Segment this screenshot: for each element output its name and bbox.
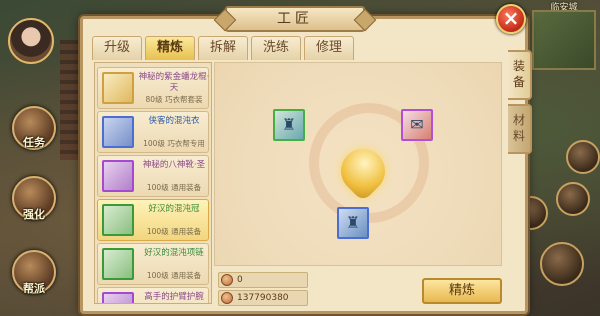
- guild-button-label: 帮派: [23, 282, 45, 295]
- side-tab-equipment[interactable]: 装备: [508, 50, 532, 100]
- helmet-icon: [102, 204, 134, 236]
- skill-button-1[interactable]: [566, 140, 600, 174]
- staff-icon: [102, 72, 134, 104]
- item-name: 神秘的八神靴·圣: [142, 160, 206, 170]
- quest-button-label: 任务: [23, 136, 45, 149]
- side-tab-materials[interactable]: 材料: [508, 104, 532, 154]
- list-item[interactable]: 高手的护臂护腕: [97, 287, 209, 303]
- refine-button[interactable]: 精炼: [422, 278, 502, 304]
- bracer-icon: [102, 292, 134, 303]
- attack-button[interactable]: [540, 242, 584, 286]
- close-icon: ×: [502, 6, 520, 30]
- list-item[interactable]: 神秘的八神靴·圣 100级 通用装备: [97, 155, 209, 197]
- tab-refine[interactable]: 精炼: [145, 36, 195, 60]
- item-subtitle: 100级 巧衣帮专用: [143, 139, 205, 148]
- player-avatar[interactable]: [8, 18, 54, 64]
- enhance-button-label: 强化: [23, 208, 45, 221]
- tab-upgrade[interactable]: 升级: [92, 36, 142, 60]
- helmet-icon: ♜: [281, 115, 297, 134]
- item-subtitle: 100级 通用装备: [146, 183, 202, 192]
- boots-icon: [102, 160, 134, 192]
- skill-button-2[interactable]: [556, 182, 590, 216]
- owned-value: 137790380: [237, 293, 289, 303]
- dialog-title: 工匠: [225, 6, 365, 32]
- item-name: 侠客的混沌衣: [148, 116, 200, 126]
- list-item[interactable]: 侠客的混沌衣 100级 巧衣帮专用: [97, 111, 209, 153]
- equipment-list[interactable]: 神秘的紫金蟠龙棍·天 80级 巧衣帮套装 侠客的混沌衣 100级 巧衣帮专用 神…: [94, 62, 212, 304]
- equipment-slot[interactable]: ♜: [273, 109, 305, 141]
- item-name: 好汉的混沌项链: [144, 248, 204, 258]
- list-item-selected[interactable]: 好汉的混沌冠 100级 通用装备: [97, 199, 209, 241]
- coin-icon: [221, 292, 233, 304]
- tab-repair[interactable]: 修理: [304, 36, 354, 60]
- owned-currency: 137790380: [218, 290, 308, 306]
- scroll-icon: ✉: [410, 115, 424, 134]
- minimap[interactable]: [532, 10, 596, 70]
- item-subtitle: 100级 通用装备: [146, 227, 202, 236]
- tab-dismantle[interactable]: 拆解: [198, 36, 248, 60]
- item-name: 好汉的混沌冠: [148, 204, 200, 214]
- coin-icon: [221, 274, 233, 286]
- refine-work-area: ♜ ✉ ♜: [214, 62, 502, 266]
- list-item[interactable]: 好汉的混沌项链 100级 通用装备: [97, 243, 209, 285]
- cost-value: 0: [237, 275, 243, 285]
- item-name: 神秘的紫金蟠龙棍·天: [138, 72, 210, 93]
- material-slot[interactable]: ✉: [401, 109, 433, 141]
- list-item[interactable]: 神秘的紫金蟠龙棍·天 80级 巧衣帮套装: [97, 67, 209, 109]
- close-button[interactable]: ×: [496, 4, 526, 34]
- tab-reforge[interactable]: 洗练: [251, 36, 301, 60]
- armor-icon: [102, 116, 134, 148]
- item-name: 高手的护臂护腕: [144, 292, 204, 302]
- helmet-icon: ♜: [345, 213, 361, 232]
- necklace-icon: [102, 248, 134, 280]
- item-subtitle: 100级 通用装备: [146, 271, 202, 280]
- refine-cost: 0: [218, 272, 308, 288]
- result-slot[interactable]: ♜: [337, 207, 369, 239]
- item-subtitle: 80级 巧衣帮套装: [145, 95, 203, 104]
